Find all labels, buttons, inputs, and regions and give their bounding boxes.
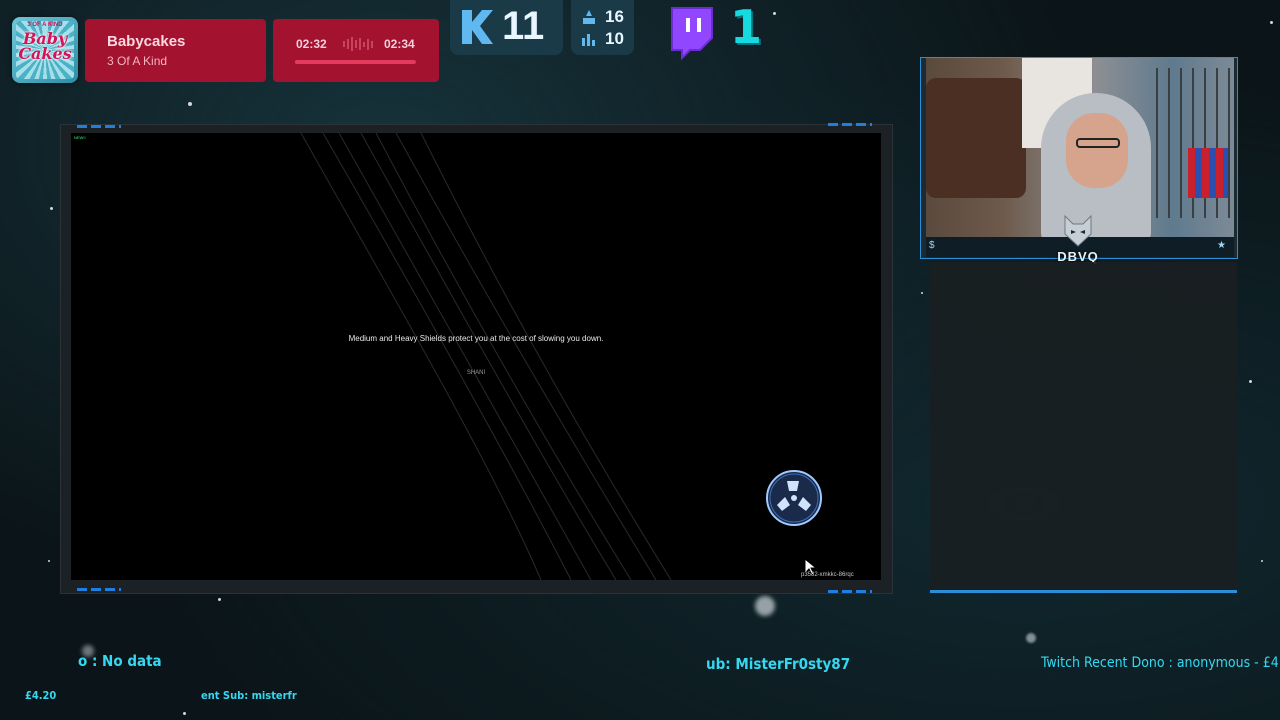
album-art-text: Baby Cakes <box>18 29 72 63</box>
now-playing-card: Babycakes 3 Of A Kind <box>85 19 266 82</box>
game-corner-label: NEW!! <box>74 135 86 140</box>
album-art: 3 OF A KIND Baby Cakes <box>12 17 78 83</box>
player-id: p3582-xmkkc-86rqc <box>801 572 854 578</box>
glasses <box>1076 138 1120 148</box>
time-total: 02:34 <box>384 37 415 51</box>
ticker-top-left: o : No data <box>78 652 162 670</box>
equalizer-icon <box>343 37 373 51</box>
playback-progress-card: 02:32 02:34 <box>273 19 439 82</box>
star-icon: ★ <box>1217 240 1226 251</box>
background-streaks <box>300 133 672 580</box>
twitch-count: 1 <box>730 0 763 54</box>
cans <box>1188 148 1228 198</box>
progress-fill <box>295 60 415 64</box>
ticker-recent-dono: Twitch Recent Dono : anonymous - £4.20 <box>1041 655 1280 671</box>
track-title: Babycakes <box>107 33 186 50</box>
track-artist: 3 Of A Kind <box>107 54 168 68</box>
game-screen[interactable]: NEW!! Medium and Heavy Shields protect y… <box>71 133 881 580</box>
time-elapsed: 02:32 <box>296 37 327 51</box>
album-art-small-text: 3 OF A KIND <box>27 22 63 28</box>
dollar-icon: $ <box>929 240 935 251</box>
kills-counter: 11 <box>450 0 563 55</box>
bar-chart-icon <box>582 34 595 46</box>
progress-bar <box>295 60 416 64</box>
ticker-bottom-amount: £4.20 <box>25 689 57 702</box>
kills-icon <box>462 10 493 44</box>
ticker-bottom-sub: ent Sub: misterfr <box>201 689 297 702</box>
loading-spinner-icon <box>766 470 822 526</box>
loading-tip-text: Medium and Heavy Shields protect you at … <box>348 334 604 343</box>
chat-panel <box>930 262 1237 592</box>
twitch-icon <box>671 7 713 61</box>
loading-tip-source: SHANI <box>466 370 486 376</box>
couch <box>926 78 1026 198</box>
stat-row-bottom: 10 <box>581 29 624 49</box>
chat-underline <box>930 590 1237 593</box>
stat-row-top: 16 <box>581 7 624 27</box>
match-stats: 16 10 <box>571 0 634 55</box>
channel-logo: DBVQ <box>1057 214 1099 266</box>
streamer-face <box>1066 113 1128 188</box>
kills-value: 11 <box>502 4 545 48</box>
ticker-recent-sub: ub: MisterFr0sty87 <box>706 655 851 673</box>
wolf-logo-icon <box>1064 214 1092 247</box>
webcam-feed <box>926 58 1234 237</box>
podium-icon <box>583 10 595 24</box>
stat-top-value: 16 <box>605 7 624 26</box>
stat-bottom-value: 10 <box>605 29 624 48</box>
